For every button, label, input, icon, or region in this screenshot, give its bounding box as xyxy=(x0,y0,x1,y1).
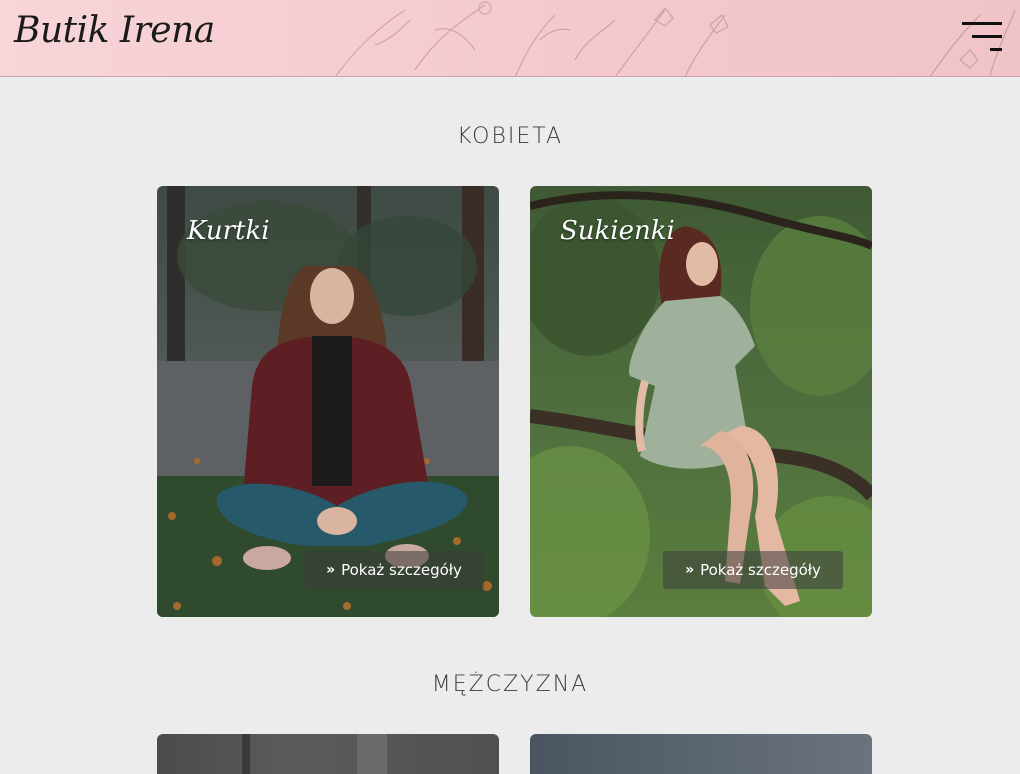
category-card-partial[interactable] xyxy=(530,734,872,774)
show-details-button[interactable]: » Pokaż szczegóły xyxy=(663,551,843,589)
brand-logo[interactable]: Butik Irena xyxy=(14,10,215,51)
card-title: Sukienki xyxy=(560,216,675,246)
show-details-label: Pokaż szczegóły xyxy=(700,561,821,579)
category-card-partial[interactable] xyxy=(157,734,499,774)
hamburger-line xyxy=(990,48,1002,51)
category-card-kurtki[interactable]: Kurtki » Pokaż szczegóły xyxy=(157,186,499,617)
hamburger-line xyxy=(962,22,1002,25)
hamburger-menu-button[interactable] xyxy=(962,22,1002,52)
category-photo xyxy=(357,734,387,774)
floral-decoration-icon xyxy=(335,1,729,76)
category-card-sukienki[interactable]: Sukienki » Pokaż szczegóły xyxy=(530,186,872,617)
double-chevron-right-icon: » xyxy=(685,562,695,578)
section-title-mezczyzna: MĘŻCZYZNA xyxy=(431,672,589,697)
show-details-label: Pokaż szczegóły xyxy=(341,561,462,579)
section-title-kobieta: KOBIETA xyxy=(456,124,564,149)
site-header: Butik Irena xyxy=(0,0,1020,77)
hamburger-line xyxy=(972,35,1002,38)
card-title: Kurtki xyxy=(187,216,270,246)
double-chevron-right-icon: » xyxy=(326,562,336,578)
show-details-button[interactable]: » Pokaż szczegóły xyxy=(304,551,484,589)
category-photo xyxy=(242,734,250,774)
